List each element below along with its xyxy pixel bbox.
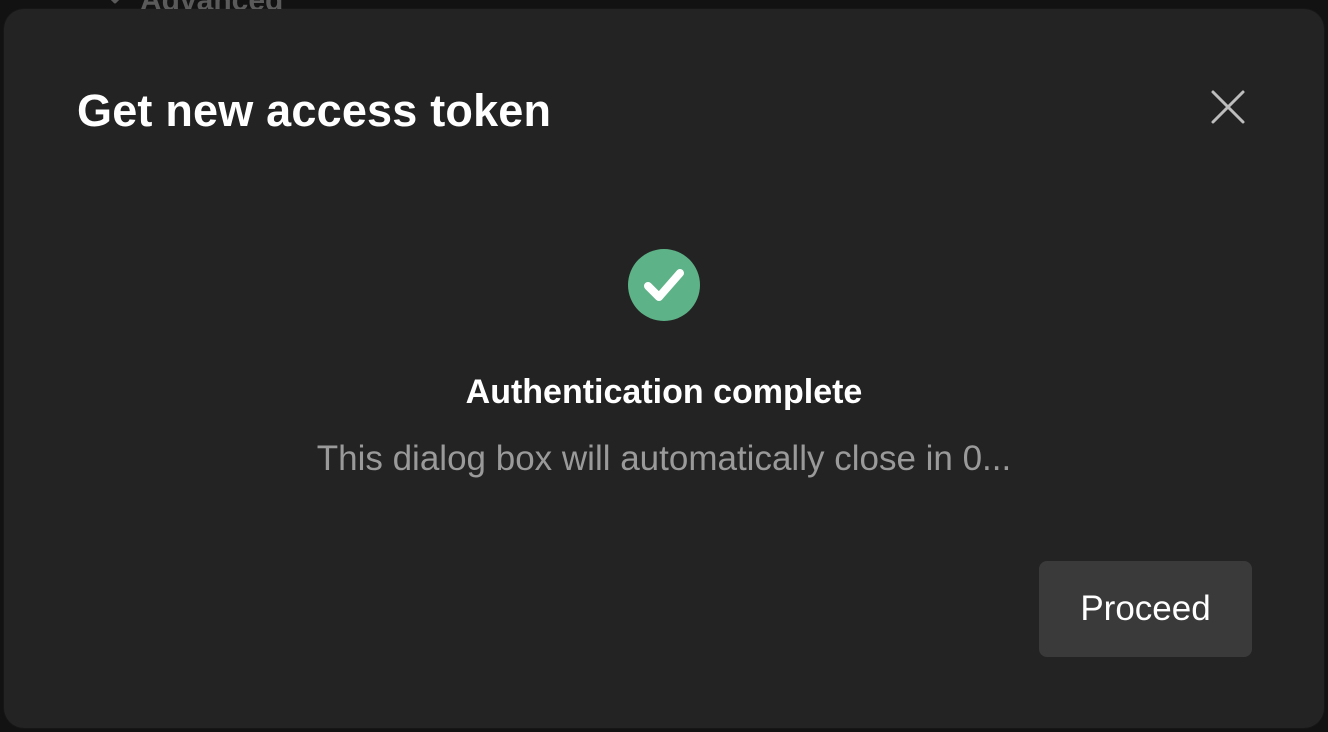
status-heading: Authentication complete xyxy=(465,373,863,411)
dialog-title: Get new access token xyxy=(77,85,552,136)
close-button[interactable] xyxy=(1204,83,1252,131)
close-icon xyxy=(1211,90,1245,124)
status-message: This dialog box will automatically close… xyxy=(316,439,1012,478)
access-token-dialog: Get new access token Authentication comp… xyxy=(4,9,1324,728)
chevron-down-icon xyxy=(110,0,120,4)
proceed-button[interactable]: Proceed xyxy=(1039,561,1252,657)
check-circle-icon xyxy=(628,249,700,321)
